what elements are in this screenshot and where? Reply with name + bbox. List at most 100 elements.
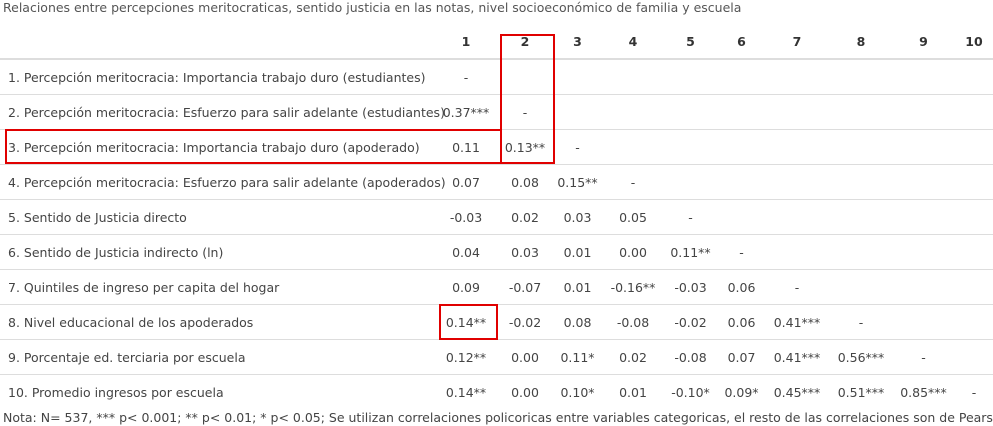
correlation-cell: 0.06 [719,269,764,305]
correlation-cell [662,94,719,130]
correlation-cell [764,199,830,235]
correlation-cell [764,58,830,95]
correlation-cell: -0.08 [662,339,719,375]
correlation-cell: 0.06 [719,304,764,340]
correlation-cell [764,94,830,130]
correlation-cell [499,58,551,95]
table-row: 6. Sentido de Justicia indirecto (ln) 0.0… [0,234,993,270]
header-cell [0,24,433,60]
correlation-cell [955,304,993,340]
variable-label: 7. Quintiles de ingreso per capita del h… [0,269,433,305]
correlation-cell [830,94,892,130]
table-row: 3. Percepción meritocracia: Importancia … [0,129,993,165]
correlation-cell: 0.37*** [433,94,499,130]
table-row: 9. Porcentaje ed. terciaria por escuela 0… [0,339,993,375]
correlation-cell [955,94,993,130]
correlation-cell: 0.56*** [830,339,892,375]
correlation-cell: 0.13** [499,129,551,165]
correlation-cell [830,234,892,270]
correlation-cell: -0.02 [662,304,719,340]
correlation-cell [955,199,993,235]
header-cell: 5 [662,24,719,60]
correlation-cell: - [892,339,955,375]
correlation-cell [830,58,892,95]
correlation-cell: 0.02 [499,199,551,235]
correlation-cell [830,129,892,165]
correlation-cell [830,199,892,235]
correlation-cell: 0.15** [551,164,604,200]
table-row: 2. Percepción meritocracia: Esfuerzo par… [0,94,993,130]
variable-label: 6. Sentido de Justicia indirecto (ln) [0,234,433,270]
correlation-cell: -0.07 [499,269,551,305]
correlation-cell: - [830,304,892,340]
table-note: Nota: N= 537, *** p< 0.001; ** p< 0.01; … [3,410,993,425]
table-header-row: 1 2 3 4 5 6 7 8 9 10 [0,24,993,60]
correlation-cell: 0.45*** [764,374,830,409]
correlation-cell [892,199,955,235]
correlation-cell: 0.09 [433,269,499,305]
correlation-cell [662,164,719,200]
correlation-cell: -0.03 [433,199,499,235]
correlation-cell: -0.03 [662,269,719,305]
correlation-cell [719,94,764,130]
correlation-cell [719,164,764,200]
variable-label: 2. Percepción meritocracia: Esfuerzo par… [0,94,445,130]
header-cell: 1 [433,24,499,60]
correlation-cell: 0.09* [719,374,764,409]
correlation-cell: - [955,374,993,409]
correlation-cell [955,129,993,165]
header-cell: 2 [499,24,551,60]
correlation-cell [892,129,955,165]
correlation-cell: -0.08 [604,304,662,340]
correlation-cell: 0.85*** [892,374,955,409]
variable-label: 5. Sentido de Justicia directo [0,199,433,235]
table-row: 1. Percepción meritocracia: Importancia … [0,58,993,95]
header-cell: 10 [955,24,993,60]
table-caption: Relaciones entre percepciones meritocrat… [3,0,742,15]
table-row: 5. Sentido de Justicia directo -0.03 0.02 0… [0,199,993,235]
header-cell: 6 [719,24,764,60]
correlation-cell: - [499,94,551,130]
correlation-cell: - [662,199,719,235]
correlation-cell [955,339,993,375]
correlation-cell [830,164,892,200]
correlation-cell: -0.16** [604,269,662,305]
table-row: 8. Nivel educacional de los apoderados 0.… [0,304,993,340]
correlation-cell [662,58,719,95]
correlation-cell: 0.05 [604,199,662,235]
header-cell: 9 [892,24,955,60]
correlation-cell: 0.03 [499,234,551,270]
correlation-cell [604,58,662,95]
correlation-cell: 0.41*** [764,339,830,375]
correlation-cell [719,58,764,95]
correlation-cell: 0.11* [551,339,604,375]
correlation-cell: 0.01 [551,234,604,270]
header-cell: 3 [551,24,604,60]
variable-label: 3. Percepción meritocracia: Importancia … [0,129,433,165]
header-cell: 7 [764,24,830,60]
variable-label: 9. Porcentaje ed. terciaria por escuela [0,339,433,375]
header-cell: 4 [604,24,662,60]
correlation-cell: - [764,269,830,305]
correlation-cell: -0.10* [662,374,719,409]
correlation-cell: - [719,234,764,270]
correlation-cell [955,234,993,270]
correlation-cell: 0.12** [433,339,499,375]
correlation-cell [551,94,604,130]
correlation-cell [892,269,955,305]
table-row: 10. Promedio ingresos por escuela 0.14** 0… [0,374,993,409]
correlation-cell [551,58,604,95]
correlation-cell: 0.10* [551,374,604,409]
correlation-cell: 0.08 [551,304,604,340]
correlation-cell: 0.14** [433,374,499,409]
correlation-cell: 0.00 [604,234,662,270]
correlation-cell [955,164,993,200]
correlation-cell [764,129,830,165]
correlation-cell [830,269,892,305]
table-row: 4. Percepción meritocracia: Esfuerzo par… [0,164,993,200]
correlation-cell: -0.02 [499,304,551,340]
correlation-cell [764,234,830,270]
variable-label: 10. Promedio ingresos por escuela [0,374,433,409]
correlation-cell: 0.08 [499,164,551,200]
correlation-cell: 0.14** [433,304,499,340]
